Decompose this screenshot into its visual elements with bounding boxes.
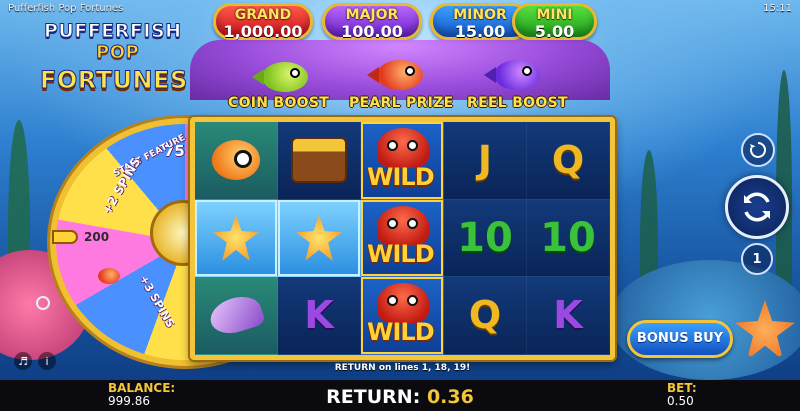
- reel-grid: WILD J Q WILD 10 10 K WILD Q K: [195, 122, 610, 355]
- jackpot-value: 100.00: [341, 22, 403, 41]
- reel-cell: K: [527, 277, 610, 355]
- spin-button[interactable]: [725, 175, 789, 239]
- jackpot-value: 5.00: [534, 22, 575, 41]
- wheel-pufferfish-icon: [98, 268, 120, 284]
- red-pufferfish-icon: [367, 60, 423, 90]
- bottom-bar: BALANCE: 999.86 RETURN: 0.36 BET: 0.50: [0, 380, 800, 411]
- symbol-j: J: [477, 138, 493, 183]
- wheel-pointer-icon: [52, 230, 78, 244]
- reel-cell: K: [278, 277, 361, 355]
- bet-display: BET: 0.50: [667, 382, 697, 407]
- shell-symbol-icon: [206, 291, 266, 340]
- symbol-q: Q: [468, 293, 502, 338]
- symbol-q: Q: [551, 138, 585, 183]
- jackpot-name: MINI: [536, 7, 573, 23]
- reel-frame: WILD J Q WILD 10 10 K WILD Q K: [190, 117, 615, 360]
- bet-level-button[interactable]: 1: [741, 243, 773, 275]
- reel-cell-winning: [195, 199, 278, 278]
- logo-line-3: FORTUNES: [40, 66, 188, 95]
- symbol-k: K: [553, 293, 583, 338]
- reel-cell-wild: WILD: [361, 277, 444, 355]
- window-title: Pufferfish Pop Fortunes: [8, 2, 124, 14]
- feature-reel-boost: REEL BOOST: [467, 95, 568, 111]
- symbol-k: K: [304, 293, 334, 338]
- reel-cell: Q: [527, 122, 610, 200]
- feature-coin-boost: COIN BOOST: [228, 95, 330, 111]
- return-label: RETURN:: [326, 386, 421, 408]
- game-logo: PUFFERFISH POP FORTUNES: [34, 14, 188, 98]
- logo-line-1: PUFFERFISH: [44, 20, 182, 43]
- reel-cell-winning: [278, 199, 361, 278]
- feature-pearl-prize: PEARL PRIZE: [349, 95, 454, 111]
- reel-cell: 10: [444, 199, 527, 278]
- orb-icon: [36, 296, 50, 310]
- return-value: 0.36: [426, 386, 474, 408]
- green-pufferfish-icon: [252, 62, 308, 92]
- wild-label: WILD: [367, 162, 435, 191]
- jackpot-mini: MINI 5.00: [512, 3, 597, 40]
- logo-line-2: POP: [95, 42, 140, 64]
- wheel-segment-200: 200: [84, 230, 110, 244]
- reel-cell: Q: [444, 277, 527, 355]
- info-icon[interactable]: i: [38, 352, 56, 370]
- reel-cell: [195, 122, 278, 200]
- jackpot-name: MAJOR: [345, 7, 399, 23]
- purple-pufferfish-icon: [484, 60, 540, 90]
- clock: 15:11: [763, 2, 792, 14]
- utility-icons: ♬ i: [14, 352, 56, 370]
- symbol-10: 10: [540, 214, 596, 261]
- starfish-symbol-icon: [296, 214, 342, 261]
- symbol-10: 10: [457, 214, 513, 261]
- jackpot-grand: GRAND 1,000.00: [213, 3, 313, 40]
- wild-label: WILD: [367, 240, 435, 269]
- goldfish-symbol-icon: [212, 140, 260, 181]
- reel-cell-wild: WILD: [361, 199, 444, 278]
- jackpot-major: MAJOR 100.00: [322, 3, 422, 40]
- autoplay-button[interactable]: [741, 133, 775, 167]
- spin-icon: [744, 192, 770, 222]
- wild-label: WILD: [367, 317, 435, 346]
- game-scene: Pufferfish Pop Fortunes 15:11 PUFFERFISH…: [0, 0, 800, 380]
- jackpot-value: 1,000.00: [223, 22, 303, 41]
- reel-cell: [278, 122, 361, 200]
- reel-cell: [195, 277, 278, 355]
- sound-icon[interactable]: ♬: [14, 352, 32, 370]
- reel-cell-wild: WILD: [361, 122, 444, 200]
- reel-cell: 10: [527, 199, 610, 278]
- bet-level-value: 1: [752, 251, 762, 267]
- bonus-buy-button[interactable]: BONUS BUY: [627, 320, 733, 358]
- starfish-symbol-icon: [213, 214, 259, 261]
- autoplay-icon: [750, 142, 766, 158]
- bet-label: BET:: [667, 381, 697, 395]
- treasure-chest-symbol-icon: [291, 137, 347, 184]
- win-line-message: RETURN on lines 1, 18, 19!: [334, 363, 471, 373]
- bet-value: 0.50: [667, 393, 694, 408]
- jackpot-name: GRAND: [234, 7, 292, 23]
- reel-cell: J: [444, 122, 527, 200]
